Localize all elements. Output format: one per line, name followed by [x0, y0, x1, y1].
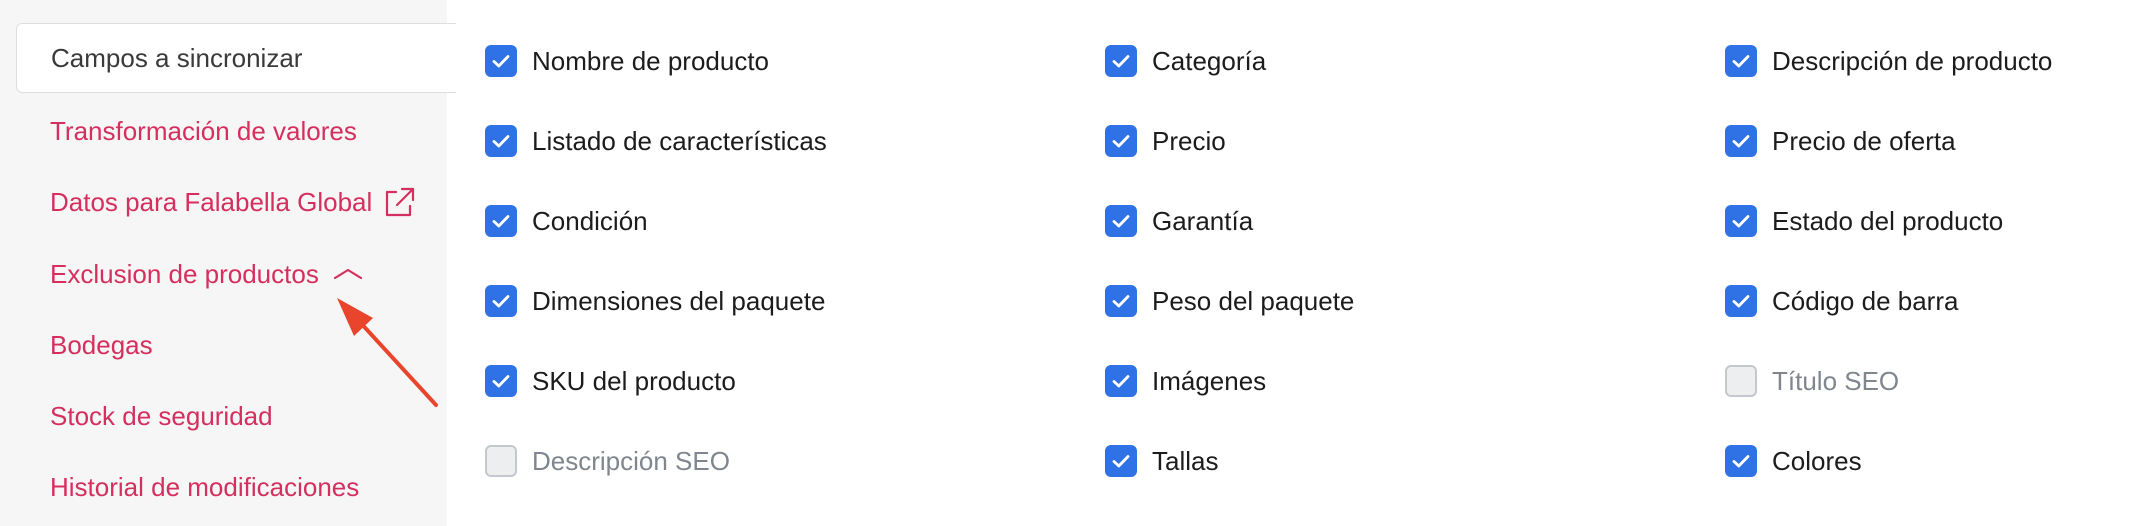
check-icon	[1112, 295, 1130, 308]
check-icon	[492, 375, 510, 388]
field-descripcion-seo[interactable]: Descripción SEO	[485, 441, 730, 481]
sidebar-item-datos-falabella-global[interactable]: Datos para Falabella Global	[50, 182, 416, 222]
sidebar-item-bodegas[interactable]: Bodegas	[50, 325, 153, 365]
field-dimensiones-del-paquete[interactable]: Dimensiones del paquete	[485, 281, 825, 321]
external-link-icon	[382, 185, 416, 219]
chevron-up-icon[interactable]	[333, 266, 363, 282]
field-label: Descripción SEO	[532, 445, 730, 476]
sidebar-item-stock-de-seguridad[interactable]: Stock de seguridad	[50, 396, 273, 436]
field-label: Precio	[1152, 125, 1226, 156]
checkbox[interactable]	[1105, 445, 1137, 477]
field-label: Condición	[532, 205, 648, 236]
check-icon	[1112, 55, 1130, 68]
field-peso-del-paquete[interactable]: Peso del paquete	[1105, 281, 1354, 321]
field-precio-de-oferta[interactable]: Precio de oferta	[1725, 121, 1956, 161]
field-label: Listado de características	[532, 125, 827, 156]
sidebar-item-label: Historial de modificaciones	[50, 471, 360, 502]
field-label: Garantía	[1152, 205, 1254, 236]
checkbox[interactable]	[1105, 285, 1137, 317]
check-icon	[1732, 215, 1750, 228]
field-label: Imágenes	[1152, 365, 1267, 396]
checkbox[interactable]	[485, 365, 517, 397]
field-label: SKU del producto	[532, 365, 736, 396]
field-label: Peso del paquete	[1152, 285, 1355, 316]
field-listado-de-caracteristicas[interactable]: Listado de características	[485, 121, 827, 161]
sidebar-item-label: Transformación de valores	[50, 115, 357, 146]
field-codigo-de-barra[interactable]: Código de barra	[1725, 281, 1958, 321]
checkbox[interactable]	[1725, 365, 1757, 397]
sidebar-item-label: Datos para Falabella Global	[50, 186, 373, 217]
checkbox[interactable]	[485, 125, 517, 157]
sidebar: Campos a sincronizar Transformación de v…	[0, 0, 456, 526]
sidebar-item-exclusion-de-productos[interactable]: Exclusion de productos	[50, 254, 363, 294]
field-label: Dimensiones del paquete	[532, 285, 826, 316]
field-imagenes[interactable]: Imágenes	[1105, 361, 1266, 401]
sidebar-item-label: Bodegas	[50, 329, 153, 360]
sidebar-item-label: Stock de seguridad	[50, 400, 273, 431]
sidebar-item-transformacion-de-valores[interactable]: Transformación de valores	[50, 111, 357, 151]
checkbox[interactable]	[1105, 45, 1137, 77]
field-colores[interactable]: Colores	[1725, 441, 1862, 481]
checkbox[interactable]	[1725, 285, 1757, 317]
field-label: Código de barra	[1772, 285, 1959, 316]
field-categoria[interactable]: Categoría	[1105, 41, 1266, 81]
checkbox[interactable]	[485, 205, 517, 237]
check-icon	[492, 215, 510, 228]
field-label: Categoría	[1152, 45, 1267, 76]
field-garantia[interactable]: Garantía	[1105, 201, 1253, 241]
field-label: Tallas	[1152, 445, 1219, 476]
check-icon	[1732, 295, 1750, 308]
checkbox[interactable]	[1725, 445, 1757, 477]
field-nombre-de-producto[interactable]: Nombre de producto	[485, 41, 769, 81]
check-icon	[1732, 135, 1750, 148]
checkbox[interactable]	[1105, 205, 1137, 237]
check-icon	[492, 135, 510, 148]
checkbox[interactable]	[485, 445, 517, 477]
field-titulo-seo[interactable]: Título SEO	[1725, 361, 1899, 401]
check-icon	[1112, 375, 1130, 388]
checkbox[interactable]	[1105, 125, 1137, 157]
checkbox[interactable]	[1725, 45, 1757, 77]
field-label: Estado del producto	[1772, 205, 2004, 236]
checkbox[interactable]	[485, 45, 517, 77]
check-icon	[1112, 135, 1130, 148]
check-icon	[1732, 55, 1750, 68]
field-descripcion-de-producto[interactable]: Descripción de producto	[1725, 41, 2052, 81]
sidebar-item-label: Exclusion de productos	[50, 258, 319, 289]
field-label: Precio de oferta	[1772, 125, 1956, 156]
field-label: Colores	[1772, 445, 1862, 476]
sidebar-item-historial-de-modificaciones[interactable]: Historial de modificaciones	[50, 467, 359, 507]
field-label: Nombre de producto	[532, 45, 770, 76]
check-icon	[492, 55, 510, 68]
field-tallas[interactable]: Tallas	[1105, 441, 1218, 481]
checkbox[interactable]	[485, 285, 517, 317]
field-condicion[interactable]: Condición	[485, 201, 648, 241]
fields-grid: Nombre de producto Categoría Descripción…	[447, 0, 2140, 526]
checkbox[interactable]	[1725, 125, 1757, 157]
field-precio[interactable]: Precio	[1105, 121, 1226, 161]
sidebar-item-campos-a-sincronizar[interactable]: Campos a sincronizar	[16, 23, 456, 93]
check-icon	[492, 295, 510, 308]
check-icon	[1732, 455, 1750, 468]
checkbox[interactable]	[1105, 365, 1137, 397]
field-label: Descripción de producto	[1772, 45, 2053, 76]
checkbox[interactable]	[1725, 205, 1757, 237]
check-icon	[1112, 455, 1130, 468]
field-sku-del-producto[interactable]: SKU del producto	[485, 361, 736, 401]
field-estado-del-producto[interactable]: Estado del producto	[1725, 201, 2003, 241]
check-icon	[1112, 215, 1130, 228]
field-label: Título SEO	[1772, 365, 1900, 396]
